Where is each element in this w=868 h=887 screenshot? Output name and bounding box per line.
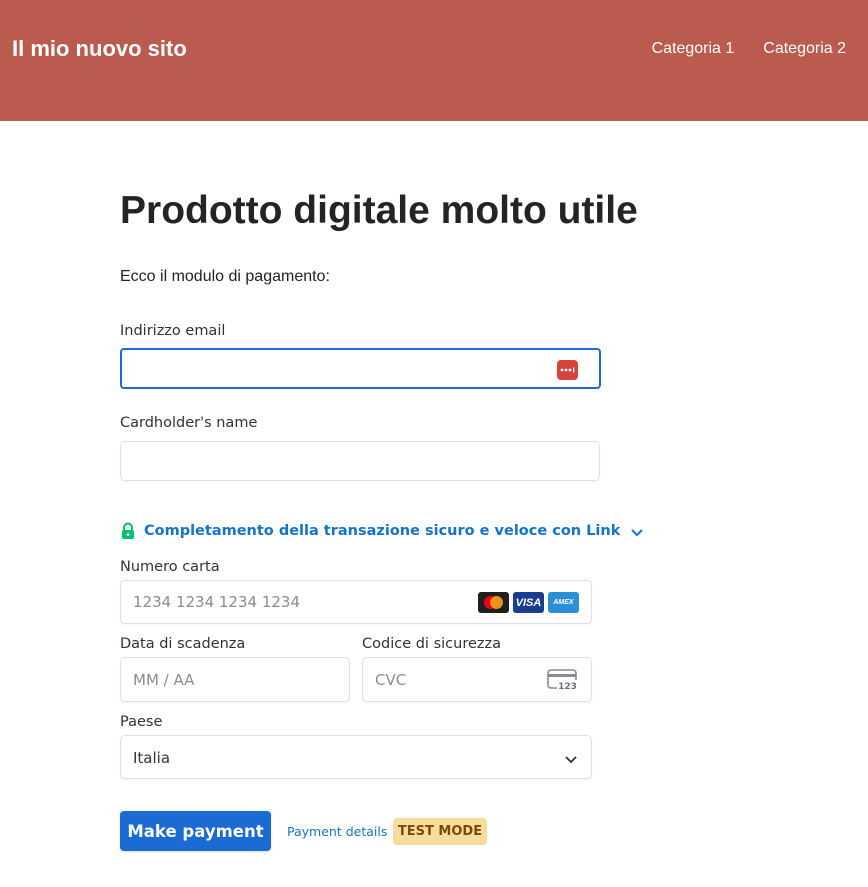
country-select[interactable]: Italia bbox=[120, 735, 592, 779]
main-nav: Categoria 1 Categoria 2 bbox=[652, 40, 846, 58]
intro-text: Ecco il modulo di pagamento: bbox=[120, 268, 330, 285]
card-number-field-wrapper: VISA AMEX bbox=[120, 580, 592, 624]
nav-categoria-1[interactable]: Categoria 1 bbox=[652, 40, 735, 58]
cardholder-label: Cardholder's name bbox=[120, 415, 258, 431]
page-title: Prodotto digitale molto utile bbox=[120, 189, 638, 232]
expiry-label: Data di scadenza bbox=[120, 636, 246, 652]
payment-details-link[interactable]: Payment details bbox=[287, 824, 387, 839]
cvc-card-icon: 123 bbox=[547, 669, 578, 692]
site-title[interactable]: Il mio nuovo sito bbox=[12, 36, 187, 62]
make-payment-button[interactable]: Make payment bbox=[120, 811, 271, 851]
email-label: Indirizzo email bbox=[120, 323, 226, 339]
link-text: Completamento della transazione sicuro e… bbox=[144, 523, 621, 539]
site-header: Il mio nuovo sito Categoria 1 Categoria … bbox=[0, 0, 868, 121]
cvc-field-wrapper: 123 bbox=[362, 657, 592, 702]
expiry-field-wrapper bbox=[120, 657, 350, 702]
card-brands: VISA AMEX bbox=[478, 592, 579, 613]
mastercard-icon bbox=[478, 592, 509, 613]
lock-icon bbox=[120, 522, 136, 540]
amex-icon: AMEX bbox=[548, 592, 579, 613]
cvc-icon-text: 123 bbox=[558, 682, 577, 691]
test-mode-badge: TEST MODE bbox=[393, 818, 487, 845]
link-banner[interactable]: Completamento della transazione sicuro e… bbox=[120, 522, 644, 540]
cardholder-name-field[interactable] bbox=[121, 442, 599, 480]
expiry-input[interactable] bbox=[121, 658, 349, 701]
country-label: Paese bbox=[120, 714, 163, 730]
visa-icon: VISA bbox=[513, 592, 544, 613]
cardholder-field-wrapper bbox=[120, 441, 600, 481]
password-manager-icon[interactable] bbox=[557, 360, 578, 380]
email-field[interactable] bbox=[122, 350, 599, 387]
chevron-down-icon bbox=[630, 526, 644, 537]
email-field-wrapper bbox=[120, 348, 601, 389]
nav-categoria-2[interactable]: Categoria 2 bbox=[763, 40, 846, 58]
country-value: Italia bbox=[133, 749, 171, 767]
card-number-label: Numero carta bbox=[120, 559, 220, 575]
cvc-label: Codice di sicurezza bbox=[362, 636, 501, 652]
chevron-down-icon bbox=[564, 752, 578, 764]
